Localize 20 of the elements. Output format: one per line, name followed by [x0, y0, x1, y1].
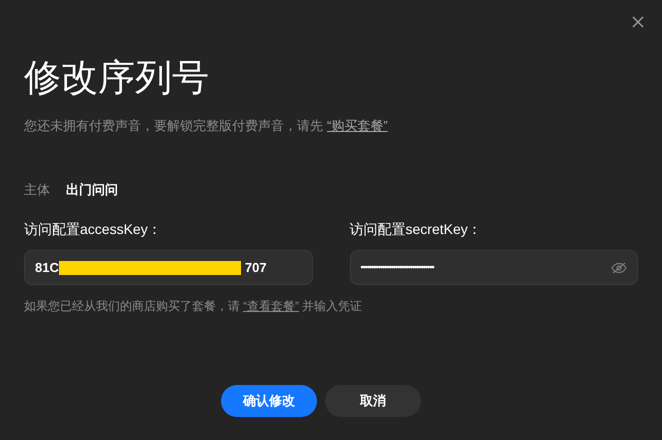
confirm-button[interactable]: 确认修改: [221, 385, 317, 417]
eye-slash-icon[interactable]: [611, 262, 627, 274]
hint-text: 并输入凭证: [302, 298, 362, 315]
hint-text: 如果您已经从我们的商店购买了套餐，请: [24, 298, 240, 315]
subject-value: 出门问问: [66, 180, 118, 198]
access-key-field[interactable]: 81C 707: [24, 250, 312, 285]
close-button[interactable]: [630, 14, 646, 30]
subject-label: 主体: [24, 180, 50, 198]
dialog-title: 修改序列号: [24, 56, 209, 100]
purchase-link[interactable]: “购买套餐”: [327, 116, 388, 136]
close-icon: [632, 16, 644, 28]
secret-key-field[interactable]: ••••••••••••••••••••••••••••••••••: [350, 250, 638, 285]
key-start: 81C: [35, 258, 59, 277]
notice-text: 您还未拥有付费声音，要解锁完整版付费声音，请先: [24, 117, 323, 135]
field-label: 访问配置accessKey：: [24, 220, 162, 239]
field-label: 访问配置secretKey：: [350, 220, 482, 239]
masked-value: ••••••••••••••••••••••••••••••••••: [360, 260, 436, 274]
cancel-button[interactable]: 取消: [325, 385, 421, 417]
view-plans-link[interactable]: “查看套餐”: [243, 297, 299, 315]
key-end: 707: [244, 258, 267, 277]
